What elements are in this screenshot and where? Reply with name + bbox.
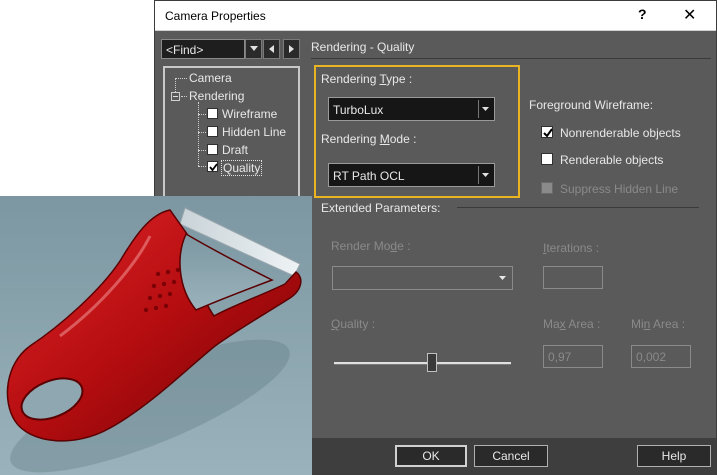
close-icon[interactable]: ✕ (683, 5, 696, 25)
tree-item-wireframe[interactable]: Wireframe (222, 107, 277, 121)
checkmark-icon (543, 128, 553, 138)
cancel-button[interactable]: Cancel (474, 445, 548, 467)
min-area-value: 0,002 (636, 350, 667, 364)
quality-slider-track[interactable] (334, 362, 511, 365)
find-value: <Find> (166, 43, 204, 57)
max-area-input[interactable]: 0,97 (543, 345, 603, 368)
find-combo[interactable]: <Find> (161, 39, 245, 59)
section-title: Rendering - Quality (311, 40, 415, 54)
window-title: Camera Properties (165, 9, 266, 23)
nonrenderable-label: Nonrenderable objects (560, 126, 681, 140)
min-area-label: Min Area : (631, 317, 686, 331)
renderable-label: Renderable objects (560, 153, 664, 167)
rendering-mode-select[interactable]: RT Path OCL (328, 163, 495, 187)
render-preview-image (0, 196, 312, 475)
tree-item-hidden-line[interactable]: Hidden Line (222, 125, 286, 139)
rendering-type-value: TurboLux (333, 103, 384, 117)
quality-checkbox[interactable] (207, 161, 218, 172)
hidden-line-checkbox[interactable] (207, 126, 218, 137)
title-bar[interactable]: Camera Properties ? ✕ (155, 1, 716, 31)
chevron-left-icon (269, 45, 274, 53)
next-button[interactable] (283, 39, 300, 59)
quality-label: Quality : (331, 317, 376, 331)
draft-checkbox[interactable] (207, 144, 218, 155)
ok-button[interactable]: OK (395, 445, 467, 467)
rendering-type-label: Rendering Type : (321, 72, 413, 86)
suppress-hidden-line-label: Suppress Hidden Line (560, 182, 679, 196)
iterations-input[interactable] (543, 266, 603, 289)
render-mode-select[interactable] (332, 266, 513, 290)
max-area-value: 0,97 (548, 350, 572, 364)
extended-parameters-title: Extended Parameters: (321, 201, 441, 215)
section-divider (311, 58, 711, 59)
renderable-checkbox[interactable] (541, 153, 553, 165)
chevron-down-icon (250, 46, 258, 51)
extended-divider (457, 207, 699, 208)
foreground-wireframe-title: Foreground Wireframe: (529, 98, 654, 112)
rendering-mode-value: RT Path OCL (333, 169, 405, 183)
prev-button[interactable] (263, 39, 280, 59)
tree-item-camera[interactable]: Camera (189, 71, 232, 85)
max-area-label: Max Area : (543, 317, 601, 331)
wireframe-checkbox[interactable] (207, 108, 218, 119)
rendering-mode-label: Rendering Mode : (321, 132, 417, 146)
tree-item-quality[interactable]: Quality (221, 160, 263, 176)
tree-item-draft[interactable]: Draft (222, 143, 248, 157)
collapse-icon[interactable] (171, 92, 180, 101)
help-icon[interactable]: ? (638, 6, 647, 22)
rendering-type-select[interactable]: TurboLux (328, 97, 495, 121)
render-mode-label: Render Mode : (331, 239, 411, 253)
checkmark-icon (209, 163, 218, 172)
chevron-right-icon (289, 45, 294, 53)
quality-slider-thumb[interactable] (427, 353, 437, 372)
find-dropdown-button[interactable] (245, 39, 262, 59)
iterations-label: Iterations : (543, 241, 600, 255)
tree-item-rendering[interactable]: Rendering (189, 89, 244, 103)
chevron-down-icon (499, 276, 506, 280)
chevron-down-icon (482, 173, 489, 177)
min-area-input[interactable]: 0,002 (631, 345, 691, 368)
suppress-hidden-line-checkbox[interactable] (541, 182, 553, 194)
chevron-down-icon (482, 107, 489, 111)
nonrenderable-checkbox[interactable] (541, 126, 553, 138)
help-button[interactable]: Help (637, 445, 711, 467)
